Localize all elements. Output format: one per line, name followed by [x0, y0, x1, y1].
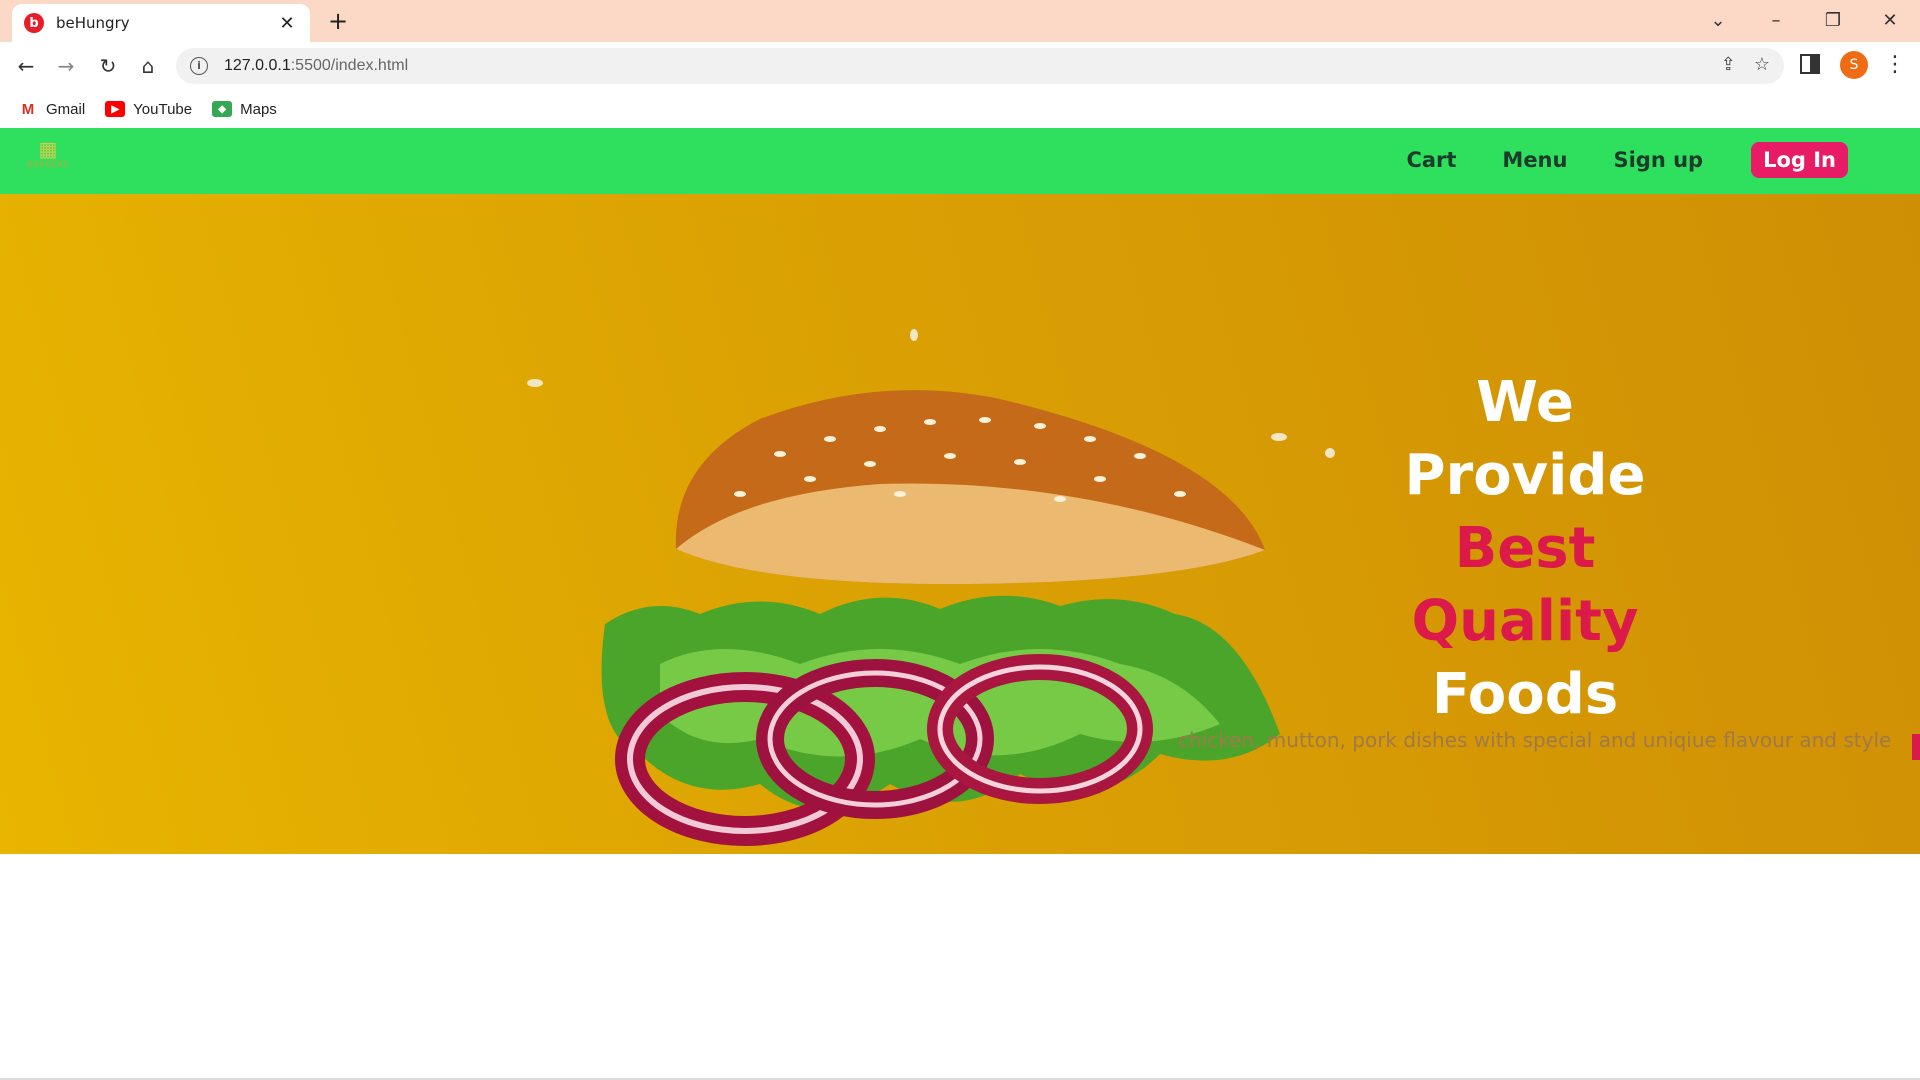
forward-icon[interactable]: → — [50, 50, 82, 82]
bookmark-label: Maps — [240, 100, 277, 118]
minimize-window-icon[interactable]: – — [1758, 6, 1794, 36]
web-page: ▦ BURGERS Cart Menu Sign up Log In We Pr… — [0, 128, 1920, 1080]
bookmark-label: YouTube — [133, 100, 193, 118]
behungry-favicon-icon: b — [24, 13, 44, 33]
nav-cart-link[interactable]: Cart — [1406, 148, 1456, 172]
browser-tabstrip: b beHungry ✕ + ⌄ – ❐ ✕ — [0, 0, 1920, 42]
nav-signup-link[interactable]: Sign up — [1613, 148, 1703, 172]
hero-banner: We Provide Best Quality Foods chicken, m… — [0, 194, 1920, 854]
hero-line-best: Best — [1454, 516, 1596, 581]
bookmark-label: Gmail — [46, 100, 86, 118]
nav-menu-link[interactable]: Menu — [1502, 148, 1567, 172]
nav-links: Cart Menu Sign up Log In — [1406, 142, 1848, 178]
sesame-seed — [1271, 433, 1287, 441]
profile-avatar[interactable]: S — [1840, 51, 1868, 79]
bookmark-star-icon[interactable]: ☆ — [1754, 54, 1770, 75]
hero-line-quality: Quality — [1411, 589, 1639, 654]
home-icon[interactable]: ⌂ — [132, 50, 164, 82]
url-path: :5500/index.html — [290, 57, 409, 74]
carousel-next-marker[interactable] — [1912, 734, 1920, 760]
sesame-seed — [910, 329, 918, 341]
bookmark-gmail[interactable]: M Gmail — [18, 101, 85, 118]
browser-tab[interactable]: b beHungry ✕ — [12, 4, 310, 42]
reload-icon[interactable]: ↻ — [92, 50, 124, 82]
bookmarks-bar: M Gmail ▶ YouTube ◆ Maps — [0, 90, 1920, 128]
hero-line-provide: Provide — [1404, 443, 1646, 508]
burger-logo-icon: ▦ — [38, 137, 58, 161]
sesame-seed — [527, 379, 543, 387]
new-tab-button[interactable]: + — [324, 8, 352, 36]
site-logo[interactable]: ▦ BURGERS — [18, 138, 78, 182]
close-window-icon[interactable]: ✕ — [1872, 6, 1908, 36]
browser-menu-icon[interactable]: ⋮ — [1884, 52, 1906, 77]
tab-search-chevron-icon[interactable]: ⌄ — [1700, 6, 1736, 36]
site-info-icon[interactable]: i — [190, 57, 208, 75]
logo-text: BURGERS — [26, 160, 70, 169]
share-icon[interactable]: ⇪ — [1721, 54, 1736, 75]
hero-line-we: We — [1476, 370, 1574, 435]
address-bar[interactable]: i 127.0.0.1:5500/index.html ⇪ ☆ — [176, 48, 1784, 84]
restore-window-icon[interactable]: ❐ — [1815, 6, 1851, 36]
back-icon[interactable]: ← — [10, 50, 42, 82]
site-navbar: ▦ BURGERS Cart Menu Sign up Log In — [0, 128, 1920, 194]
gmail-icon: M — [18, 101, 38, 118]
side-panel-icon[interactable] — [1800, 54, 1820, 74]
bookmark-youtube[interactable]: ▶ YouTube — [105, 101, 192, 118]
bookmark-maps[interactable]: ◆ Maps — [212, 101, 277, 118]
browser-toolbar: ← → ↻ ⌂ i 127.0.0.1:5500/index.html ⇪ ☆ … — [0, 42, 1920, 90]
hero-subtitle: chicken, mutton, pork dishes with specia… — [1178, 728, 1892, 752]
hero-line-foods: Foods — [1431, 662, 1619, 727]
close-tab-icon[interactable]: ✕ — [276, 13, 298, 34]
tab-title: beHungry — [56, 14, 130, 32]
url-host: 127.0.0.1 — [224, 57, 291, 74]
hero-heading: We Provide Best Quality Foods — [1340, 366, 1710, 731]
login-button[interactable]: Log In — [1751, 142, 1848, 178]
maps-icon: ◆ — [212, 101, 233, 117]
youtube-icon: ▶ — [105, 101, 126, 117]
sesame-seed — [1325, 448, 1335, 458]
address-url[interactable]: 127.0.0.1:5500/index.html — [224, 57, 408, 75]
